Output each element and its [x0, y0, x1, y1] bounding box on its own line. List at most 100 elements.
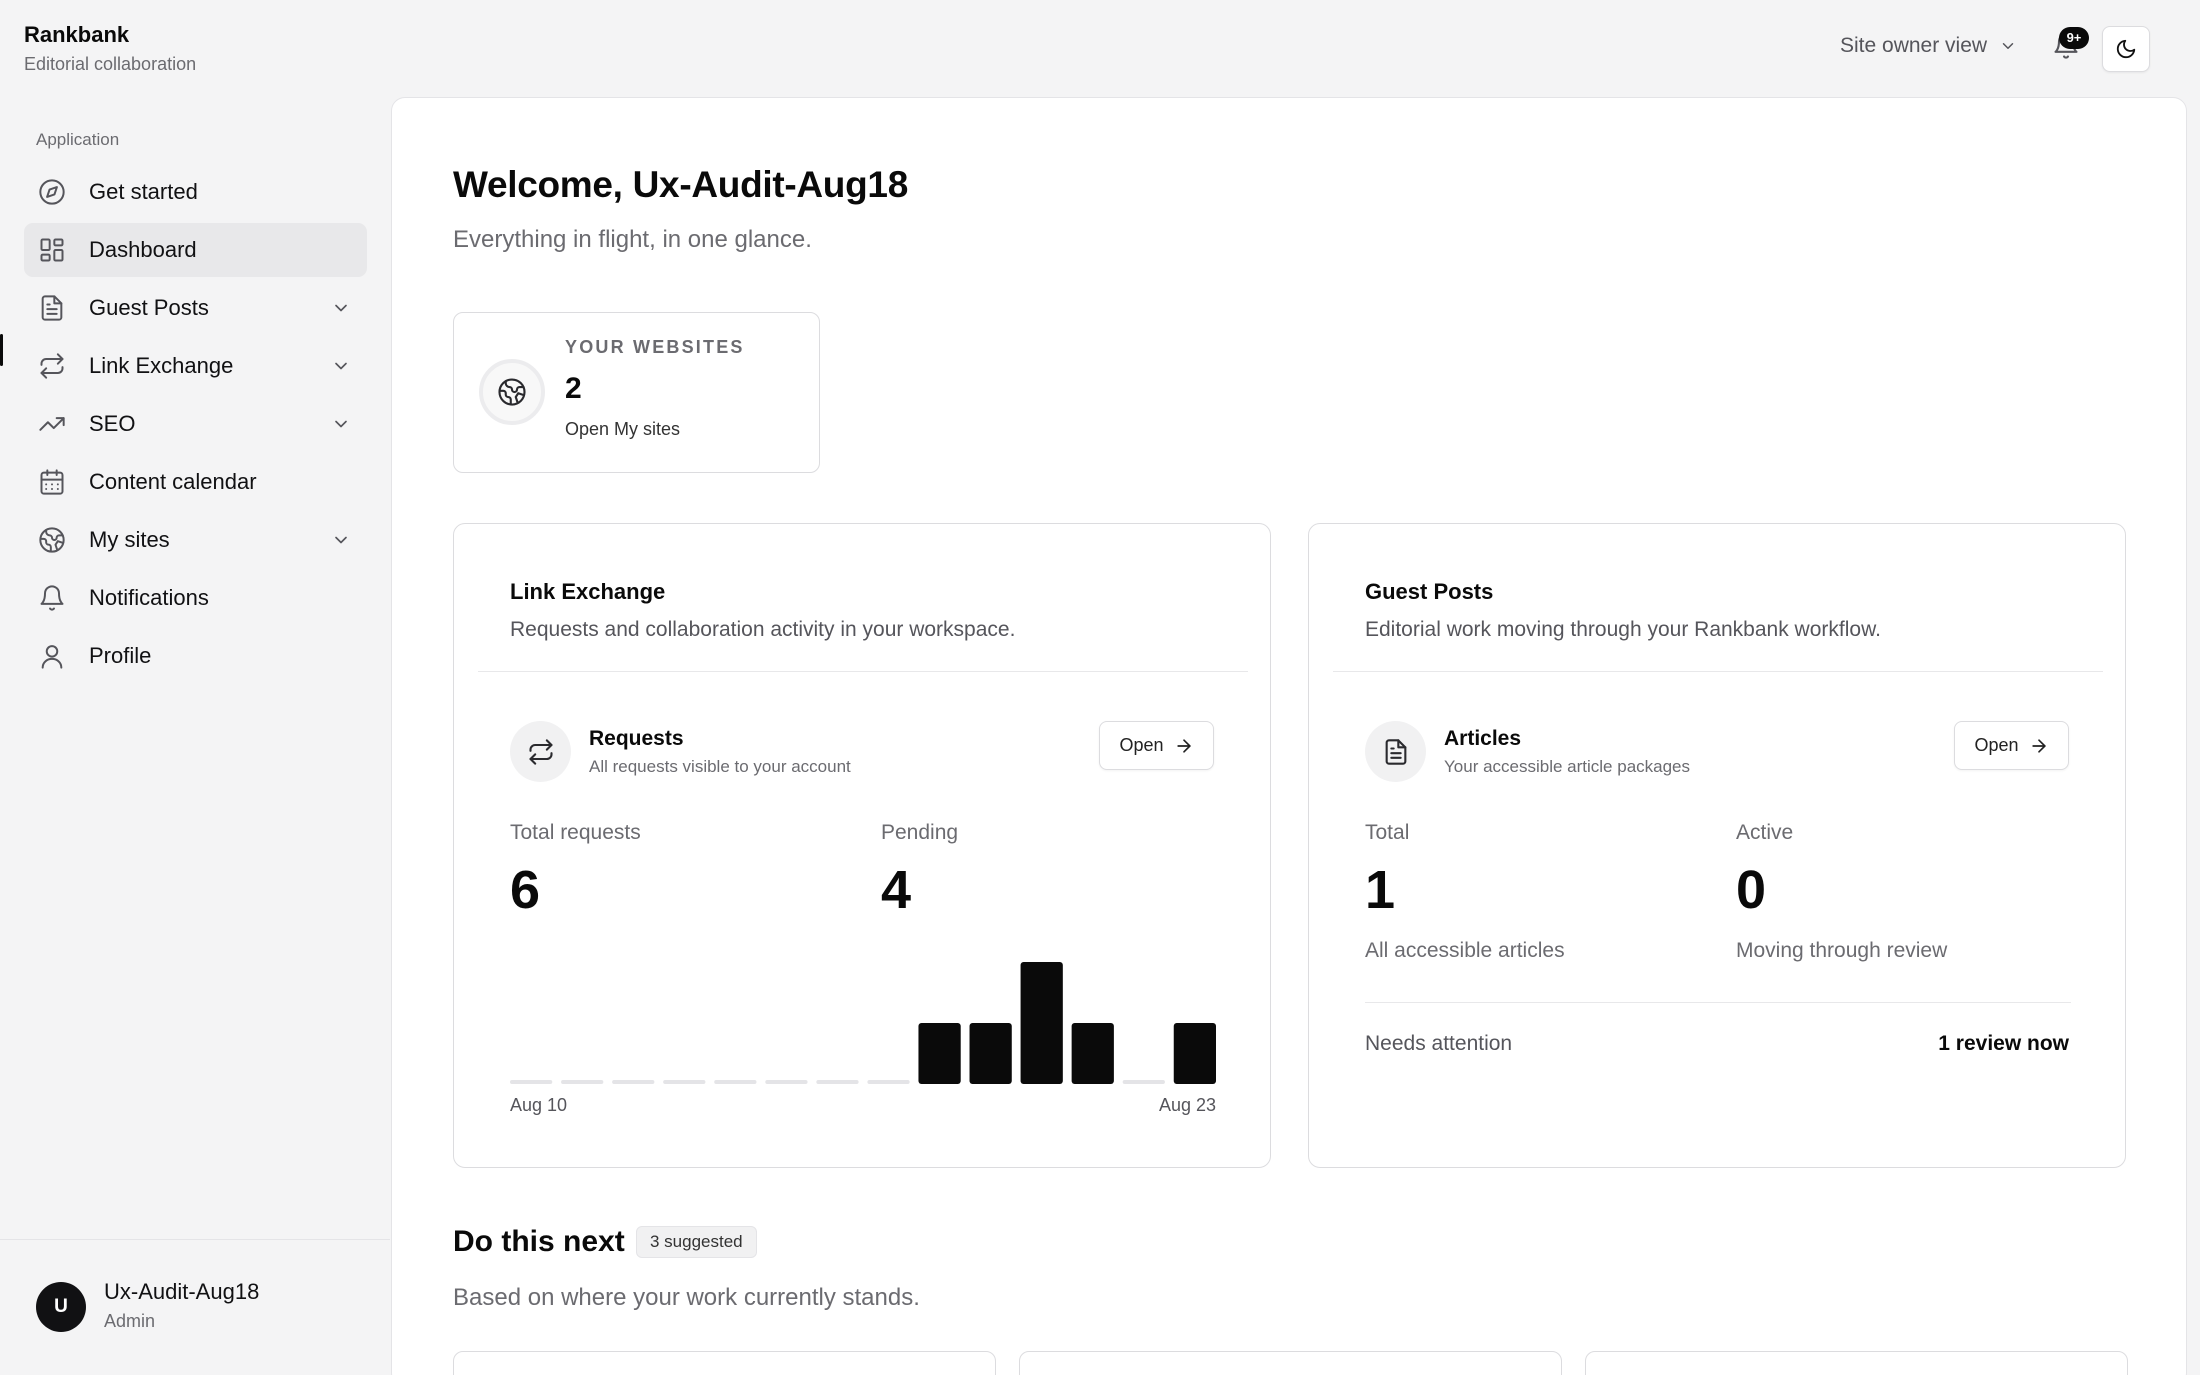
sidebar-item-link-exchange[interactable]: Link Exchange	[24, 339, 367, 393]
articles-icon-badge	[1365, 721, 1426, 782]
repeat-icon	[40, 353, 64, 379]
chart-bar-empty	[765, 1080, 808, 1084]
divider	[478, 671, 1248, 672]
divider	[1365, 1002, 2071, 1003]
sidebar-item-guest-posts[interactable]: Guest Posts	[24, 281, 367, 335]
panel-description: Editorial work moving through your Rankb…	[1365, 618, 1881, 641]
requests-bar-chart	[510, 962, 1216, 1084]
articles-subtitle: Your accessible article packages	[1444, 757, 1691, 776]
guest-posts-panel: Guest Posts Editorial work moving throug…	[1308, 523, 2126, 1168]
requests-icon-badge	[510, 721, 571, 782]
active-articles-label: Active	[1736, 821, 1794, 844]
chart-bar-empty	[663, 1080, 706, 1084]
sidebar-item-label: Get started	[89, 179, 198, 204]
theme-toggle-button[interactable]	[2102, 26, 2150, 72]
arrow-right-icon	[1176, 738, 1191, 753]
open-requests-button[interactable]: Open	[1099, 721, 1214, 770]
link-exchange-panel: Link Exchange Requests and collaboration…	[453, 523, 1271, 1168]
sidebar-item-label: My sites	[89, 527, 170, 552]
sidebar-item-label: Link Exchange	[89, 353, 234, 378]
layout-grid-icon	[40, 238, 64, 262]
globe-icon	[39, 527, 65, 553]
user-role: Admin	[104, 1311, 156, 1331]
sidebar-item-profile[interactable]: Profile	[24, 629, 367, 683]
panel-title: Link Exchange	[510, 579, 666, 604]
user-menu[interactable]: U Ux-Audit-Aug18 Admin	[0, 1239, 390, 1375]
open-my-sites-link[interactable]: Open My sites	[565, 419, 680, 440]
chevron-down-icon	[335, 536, 347, 544]
sidebar-item-content-calendar[interactable]: Content calendar	[24, 455, 367, 509]
arrow-right-icon	[2031, 738, 2046, 753]
repeat-icon	[528, 738, 553, 765]
user-icon	[41, 645, 63, 669]
sidebar-nav: Get started Dashboard Guest Posts Link E…	[24, 165, 367, 687]
chart-bar-empty	[561, 1080, 604, 1084]
total-requests-label: Total requests	[510, 821, 641, 844]
section-subtitle: Based on where your work currently stand…	[453, 1284, 920, 1311]
sidebar-item-label: Dashboard	[89, 237, 197, 262]
open-button-label: Open	[1974, 735, 2019, 755]
trending-up-icon	[39, 417, 65, 431]
open-button-label: Open	[1119, 735, 1164, 755]
file-text-icon	[41, 295, 63, 321]
chart-bar	[1071, 1023, 1114, 1084]
chart-bar	[1173, 1023, 1216, 1084]
sidebar-item-label: Guest Posts	[89, 295, 209, 320]
requests-subtitle: All requests visible to your account	[589, 757, 851, 776]
chart-bar-empty	[867, 1080, 910, 1084]
chart-bar-empty	[816, 1080, 859, 1084]
suggestion-card[interactable]	[1019, 1351, 1562, 1375]
calendar-icon	[40, 469, 64, 495]
notification-count-badge: 9+	[2059, 27, 2089, 49]
active-nav-indicator	[0, 334, 3, 366]
your-websites-card[interactable]: YOUR WEBSITES 2 Open My sites	[453, 312, 820, 473]
chevron-down-icon	[335, 304, 347, 312]
view-switch-label: Site owner view	[1840, 34, 1988, 57]
chart-bar-empty	[1122, 1080, 1165, 1084]
sidebar-item-label: SEO	[89, 411, 136, 436]
sidebar-item-my-sites[interactable]: My sites	[24, 513, 367, 567]
needs-attention-label: Needs attention	[1365, 1032, 1513, 1055]
requests-title: Requests	[589, 727, 684, 750]
websites-label: YOUR WEBSITES	[565, 337, 745, 357]
brand-tagline: Editorial collaboration	[24, 54, 197, 74]
top-bar: Rankbank Editorial collaboration Site ow…	[0, 0, 2200, 97]
section-title-do-this-next: Do this next	[453, 1225, 625, 1258]
chevron-down-icon	[335, 362, 347, 370]
chart-bar	[918, 1023, 961, 1084]
sidebar-item-label: Profile	[89, 643, 152, 668]
websites-count: 2	[565, 372, 582, 405]
suggestion-card[interactable]	[453, 1351, 996, 1375]
total-articles-label: Total	[1365, 821, 1410, 844]
sidebar-item-dashboard[interactable]: Dashboard	[24, 223, 367, 277]
bell-icon	[40, 585, 64, 611]
total-articles-note: All accessible articles	[1365, 939, 1565, 962]
sidebar-item-seo[interactable]: SEO	[24, 397, 367, 451]
chart-bar	[1020, 962, 1063, 1084]
panel-title: Guest Posts	[1365, 579, 1494, 604]
active-articles-note: Moving through review	[1736, 939, 1948, 962]
open-articles-button[interactable]: Open	[1954, 721, 2069, 770]
chart-end-label: Aug 23	[1158, 1095, 1216, 1115]
moon-icon	[2116, 39, 2136, 59]
chart-bar	[969, 1023, 1012, 1084]
nav-group-label: Application	[36, 130, 120, 149]
articles-title: Articles	[1444, 727, 1522, 750]
compass-icon	[39, 179, 65, 205]
panel-description: Requests and collaboration activity in y…	[510, 618, 1016, 641]
review-now-link[interactable]: 1 review now	[1938, 1032, 2069, 1056]
main-content: Welcome, Ux-Audit-Aug18 Everything in fl…	[391, 97, 2187, 1375]
view-switch-dropdown[interactable]: Site owner view	[1840, 34, 2017, 58]
sidebar-item-notifications[interactable]: Notifications	[24, 571, 367, 625]
chart-bar-empty	[714, 1080, 757, 1084]
brand-name: Rankbank	[24, 22, 130, 47]
globe-icon	[498, 378, 526, 406]
sidebar-item-label: Content calendar	[89, 469, 257, 494]
suggestion-card[interactable]	[1585, 1351, 2128, 1375]
divider	[1333, 671, 2103, 672]
chart-start-label: Aug 10	[510, 1095, 568, 1115]
avatar: U	[36, 1282, 86, 1332]
sidebar-item-get-started[interactable]: Get started	[24, 165, 367, 219]
chevron-down-icon	[335, 420, 347, 428]
suggested-count-badge: 3 suggested	[636, 1226, 757, 1258]
